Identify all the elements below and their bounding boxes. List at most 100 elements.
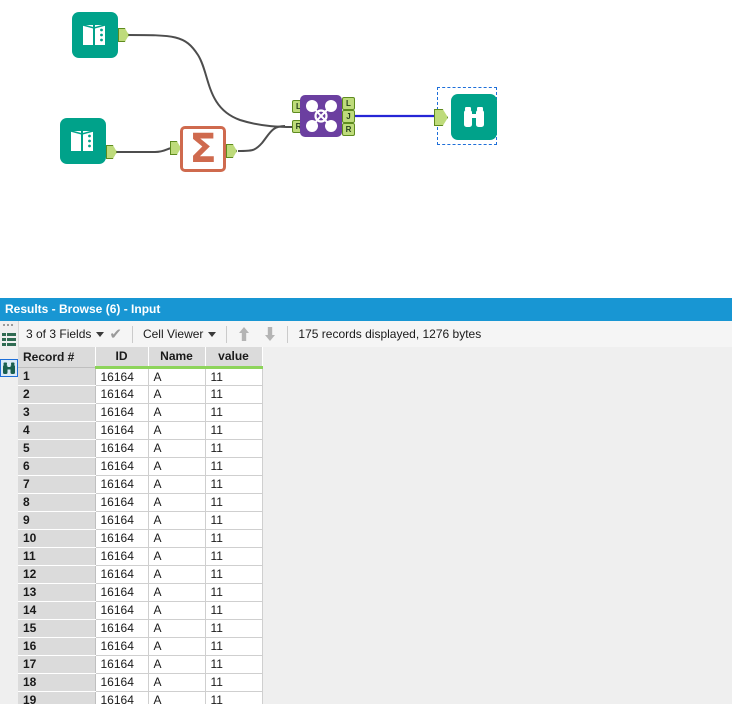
cell-id[interactable]: 16164 <box>95 565 149 584</box>
cell-name[interactable]: A <box>148 493 206 512</box>
table-row[interactable]: 7 16164 A 11 <box>18 475 263 494</box>
scroll-down-button[interactable] <box>257 325 283 343</box>
cell-value[interactable]: 11 <box>205 673 263 692</box>
table-row[interactable]: 4 16164 A 11 <box>18 421 263 440</box>
cell-record[interactable]: 14 <box>18 601 96 620</box>
cell-id[interactable]: 16164 <box>95 511 149 530</box>
cell-name[interactable]: A <box>148 565 206 584</box>
cell-record[interactable]: 8 <box>18 493 96 512</box>
cell-id[interactable]: 16164 <box>95 547 149 566</box>
table-row[interactable]: 9 16164 A 11 <box>18 511 263 530</box>
cell-value[interactable]: 11 <box>205 583 263 602</box>
table-row[interactable]: 17 16164 A 11 <box>18 655 263 674</box>
table-row[interactable]: 10 16164 A 11 <box>18 529 263 548</box>
cell-value[interactable]: 11 <box>205 493 263 512</box>
cell-name[interactable]: A <box>148 421 206 440</box>
table-row[interactable]: 2 16164 A 11 <box>18 385 263 404</box>
cell-name[interactable]: A <box>148 655 206 674</box>
records-list-icon[interactable] <box>1 331 17 347</box>
cell-id[interactable]: 16164 <box>95 637 149 656</box>
cell-record[interactable]: 15 <box>18 619 96 638</box>
cell-record[interactable]: 19 <box>18 691 96 704</box>
cell-name[interactable]: A <box>148 439 206 458</box>
table-row[interactable]: 6 16164 A 11 <box>18 457 263 476</box>
table-row[interactable]: 14 16164 A 11 <box>18 601 263 620</box>
cell-name[interactable]: A <box>148 385 206 404</box>
table-row[interactable]: 13 16164 A 11 <box>18 583 263 602</box>
join-output-port-join[interactable]: J <box>342 110 355 123</box>
cell-id[interactable]: 16164 <box>95 655 149 674</box>
table-row[interactable]: 16 16164 A 11 <box>18 637 263 656</box>
fields-selector[interactable]: 3 of 3 Fields ✔ <box>20 327 128 342</box>
cell-id[interactable]: 16164 <box>95 619 149 638</box>
scroll-up-button[interactable] <box>231 325 257 343</box>
cell-record[interactable]: 16 <box>18 637 96 656</box>
column-header-record[interactable]: Record # <box>18 347 96 368</box>
cell-record[interactable]: 1 <box>18 367 96 386</box>
cell-name[interactable]: A <box>148 673 206 692</box>
cell-value[interactable]: 11 <box>205 655 263 674</box>
cell-id[interactable]: 16164 <box>95 439 149 458</box>
column-header-id[interactable]: ID <box>95 347 149 369</box>
cell-id[interactable]: 16164 <box>95 601 149 620</box>
browse-binoculars-icon[interactable] <box>0 359 18 377</box>
cell-record[interactable]: 7 <box>18 475 96 494</box>
cell-id[interactable]: 16164 <box>95 691 149 704</box>
cell-record[interactable]: 13 <box>18 583 96 602</box>
cell-name[interactable]: A <box>148 529 206 548</box>
cell-name[interactable]: A <box>148 619 206 638</box>
cell-name[interactable]: A <box>148 511 206 530</box>
table-row[interactable]: 5 16164 A 11 <box>18 439 263 458</box>
cell-record[interactable]: 9 <box>18 511 96 530</box>
cell-value[interactable]: 11 <box>205 403 263 422</box>
cell-record[interactable]: 18 <box>18 673 96 692</box>
table-row[interactable]: 18 16164 A 11 <box>18 673 263 692</box>
cell-id[interactable]: 16164 <box>95 457 149 476</box>
table-row[interactable]: 11 16164 A 11 <box>18 547 263 566</box>
cell-id[interactable]: 16164 <box>95 367 149 386</box>
cell-name[interactable]: A <box>148 457 206 476</box>
cell-name[interactable]: A <box>148 691 206 704</box>
table-row[interactable]: 8 16164 A 11 <box>18 493 263 512</box>
cell-id[interactable]: 16164 <box>95 475 149 494</box>
cell-record[interactable]: 3 <box>18 403 96 422</box>
cell-value[interactable]: 11 <box>205 529 263 548</box>
cell-name[interactable]: A <box>148 403 206 422</box>
table-row[interactable]: 12 16164 A 11 <box>18 565 263 584</box>
cell-value[interactable]: 11 <box>205 601 263 620</box>
table-row[interactable]: 3 16164 A 11 <box>18 403 263 422</box>
chevron-down-icon[interactable] <box>208 331 217 337</box>
table-row[interactable]: 19 16164 A 11 <box>18 691 263 704</box>
cell-id[interactable]: 16164 <box>95 673 149 692</box>
workflow-canvas[interactable]: Σ L R L J R <box>0 0 732 298</box>
cell-value[interactable]: 11 <box>205 547 263 566</box>
chevron-down-icon[interactable] <box>96 331 105 337</box>
check-icon[interactable]: ✔ <box>109 327 122 342</box>
cell-record[interactable]: 2 <box>18 385 96 404</box>
cell-id[interactable]: 16164 <box>95 385 149 404</box>
cell-id[interactable]: 16164 <box>95 403 149 422</box>
cell-value[interactable]: 11 <box>205 439 263 458</box>
table-row[interactable]: 15 16164 A 11 <box>18 619 263 638</box>
cell-id[interactable]: 16164 <box>95 493 149 512</box>
cell-name[interactable]: A <box>148 547 206 566</box>
cell-value[interactable]: 11 <box>205 637 263 656</box>
cell-value[interactable]: 11 <box>205 619 263 638</box>
cell-value[interactable]: 11 <box>205 385 263 404</box>
cell-record[interactable]: 4 <box>18 421 96 440</box>
join-output-port-left[interactable]: L <box>342 97 355 110</box>
cell-record[interactable]: 6 <box>18 457 96 476</box>
cell-value[interactable]: 11 <box>205 475 263 494</box>
results-grid[interactable]: Record # ID Name value 1 16164 A 11 2 16164 A 1… <box>18 347 732 704</box>
cell-id[interactable]: 16164 <box>95 421 149 440</box>
cell-value[interactable]: 11 <box>205 367 263 386</box>
join-output-port-right[interactable]: R <box>342 123 355 136</box>
cell-id[interactable]: 16164 <box>95 529 149 548</box>
cell-record[interactable]: 17 <box>18 655 96 674</box>
cell-value[interactable]: 11 <box>205 421 263 440</box>
column-header-value[interactable]: value <box>205 347 263 369</box>
cell-name[interactable]: A <box>148 583 206 602</box>
cell-record[interactable]: 10 <box>18 529 96 548</box>
drag-grip-icon[interactable] <box>3 324 15 328</box>
table-row[interactable]: 1 16164 A 11 <box>18 367 263 386</box>
